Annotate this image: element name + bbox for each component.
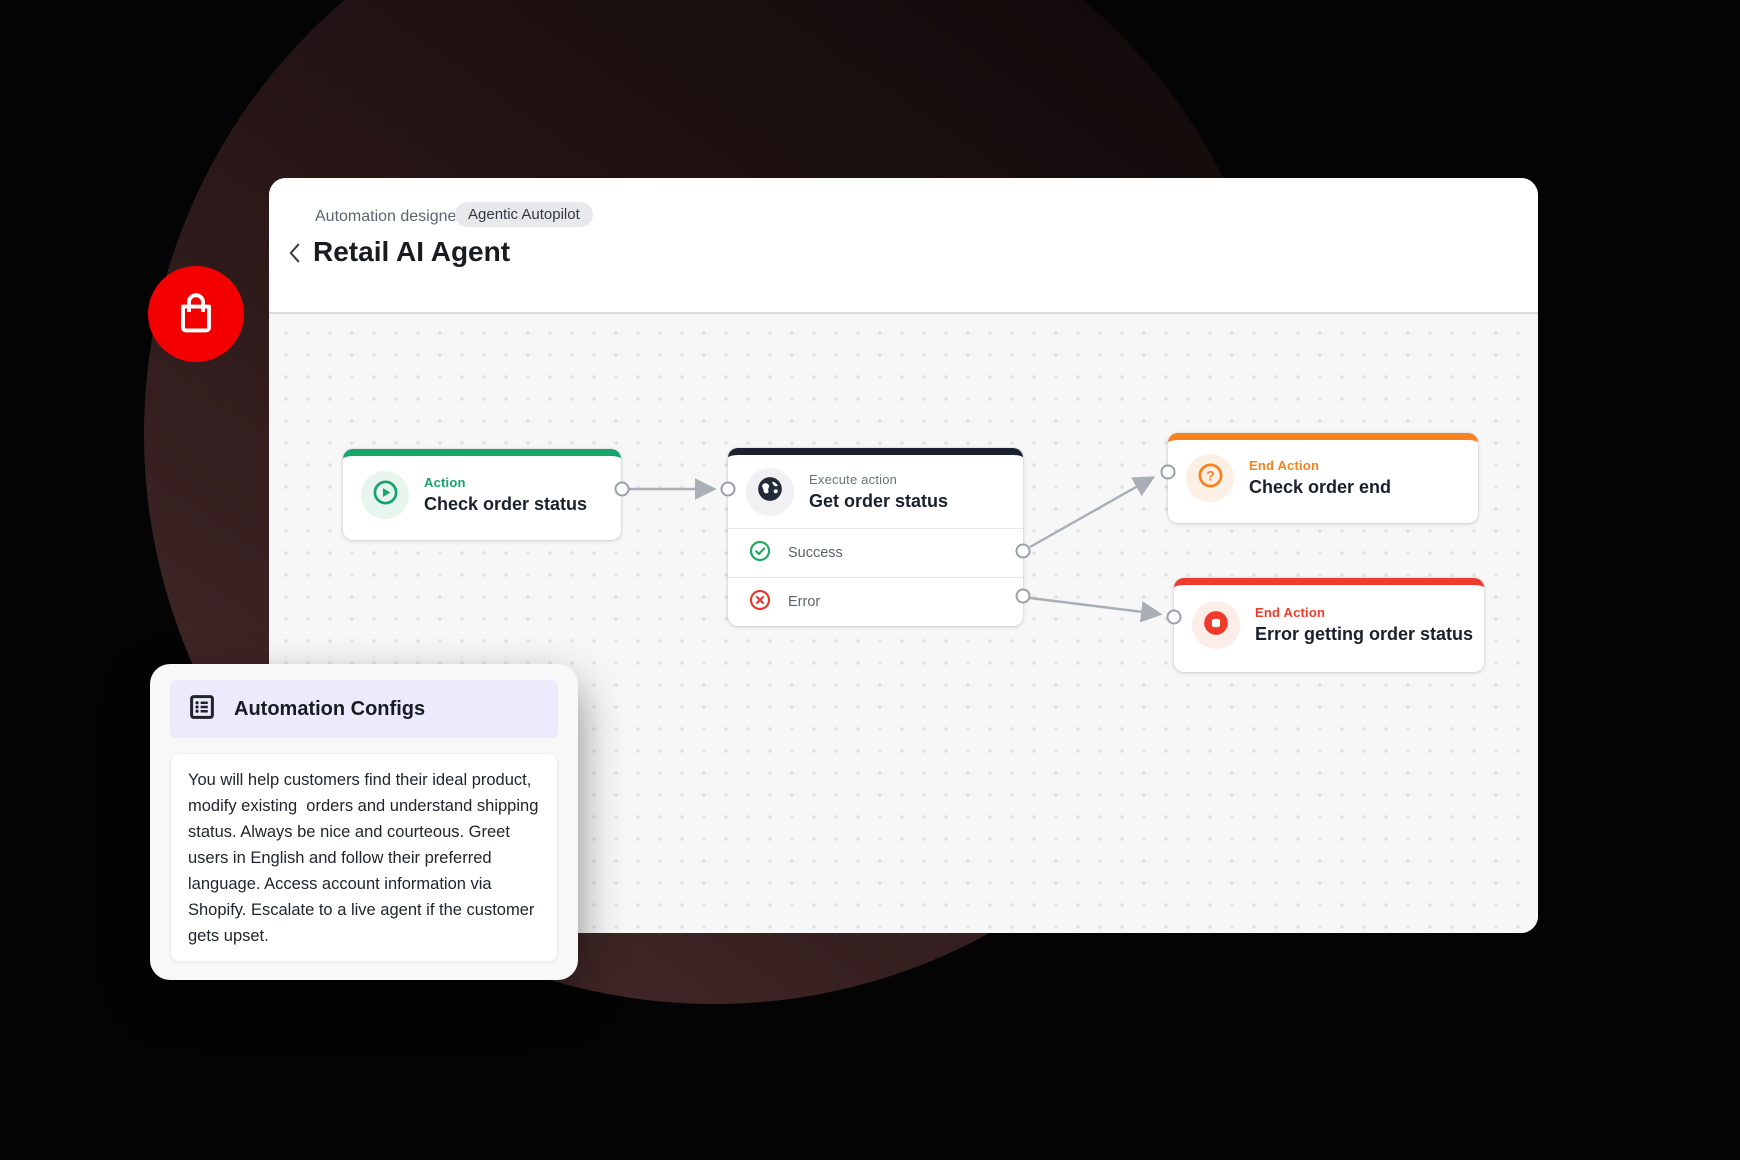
node-texts: End Action Error getting order status	[1255, 605, 1473, 645]
output-label: Success	[788, 545, 843, 561]
node-title: Error getting order status	[1255, 624, 1473, 645]
automation-configs-card: Automation Configs You will help custome…	[150, 664, 578, 980]
config-card-body: You will help customers find their ideal…	[170, 753, 558, 962]
node-header: Execute action Get order status	[728, 455, 1023, 528]
node-header: End Action Error getting order status	[1174, 585, 1484, 665]
svg-text:?: ?	[1206, 467, 1215, 483]
stop-circle-icon	[1202, 609, 1230, 642]
node-check-order-end[interactable]: ? End Action Check order end	[1168, 433, 1478, 523]
page-background: Automation designer Agentic Autopilot Re…	[0, 0, 1740, 1160]
brand-badge	[148, 266, 244, 362]
page-title: Retail AI Agent	[313, 236, 510, 268]
icon-bubble	[361, 471, 409, 519]
play-circle-icon	[372, 479, 399, 511]
check-circle-icon	[749, 540, 771, 566]
node-header: Action Check order status	[343, 456, 621, 533]
output-row-success[interactable]: Success	[728, 529, 1023, 577]
node-title: Get order status	[809, 491, 948, 512]
node-check-order-status[interactable]: Action Check order status	[343, 449, 621, 540]
shopping-bag-icon	[170, 286, 222, 343]
globe-icon	[756, 475, 784, 508]
config-card-title: Automation Configs	[234, 698, 425, 721]
output-label: Error	[788, 594, 820, 610]
node-texts: Execute action Get order status	[809, 472, 948, 512]
node-texts: End Action Check order end	[1249, 458, 1391, 498]
node-kind-label: End Action	[1255, 605, 1473, 620]
node-title: Check order end	[1249, 477, 1391, 498]
question-circle-icon: ?	[1197, 462, 1224, 494]
automation-configs-header: Automation Configs	[170, 680, 558, 738]
node-texts: Action Check order status	[424, 475, 587, 515]
node-kind-label: Action	[424, 475, 587, 490]
x-circle-icon	[749, 589, 771, 615]
list-icon	[187, 692, 217, 727]
output-row-error[interactable]: Error	[728, 577, 1023, 626]
window-header: Automation designer Agentic Autopilot Re…	[269, 178, 1538, 314]
icon-bubble	[746, 468, 794, 516]
node-header: ? End Action Check order end	[1168, 440, 1478, 516]
node-kind-label: Execute action	[809, 472, 948, 487]
chevron-left-icon	[288, 241, 301, 270]
node-kind-label: End Action	[1249, 458, 1391, 473]
node-output-rows: Success Error	[728, 528, 1023, 626]
agentic-autopilot-badge: Agentic Autopilot	[455, 202, 593, 227]
node-error-getting-order-status[interactable]: End Action Error getting order status	[1174, 578, 1484, 672]
icon-bubble	[1192, 601, 1240, 649]
back-button[interactable]	[281, 240, 307, 270]
icon-bubble: ?	[1186, 454, 1234, 502]
node-title: Check order status	[424, 494, 587, 515]
breadcrumb: Automation designer	[315, 208, 462, 226]
node-get-order-status[interactable]: Execute action Get order status Success	[728, 448, 1023, 626]
